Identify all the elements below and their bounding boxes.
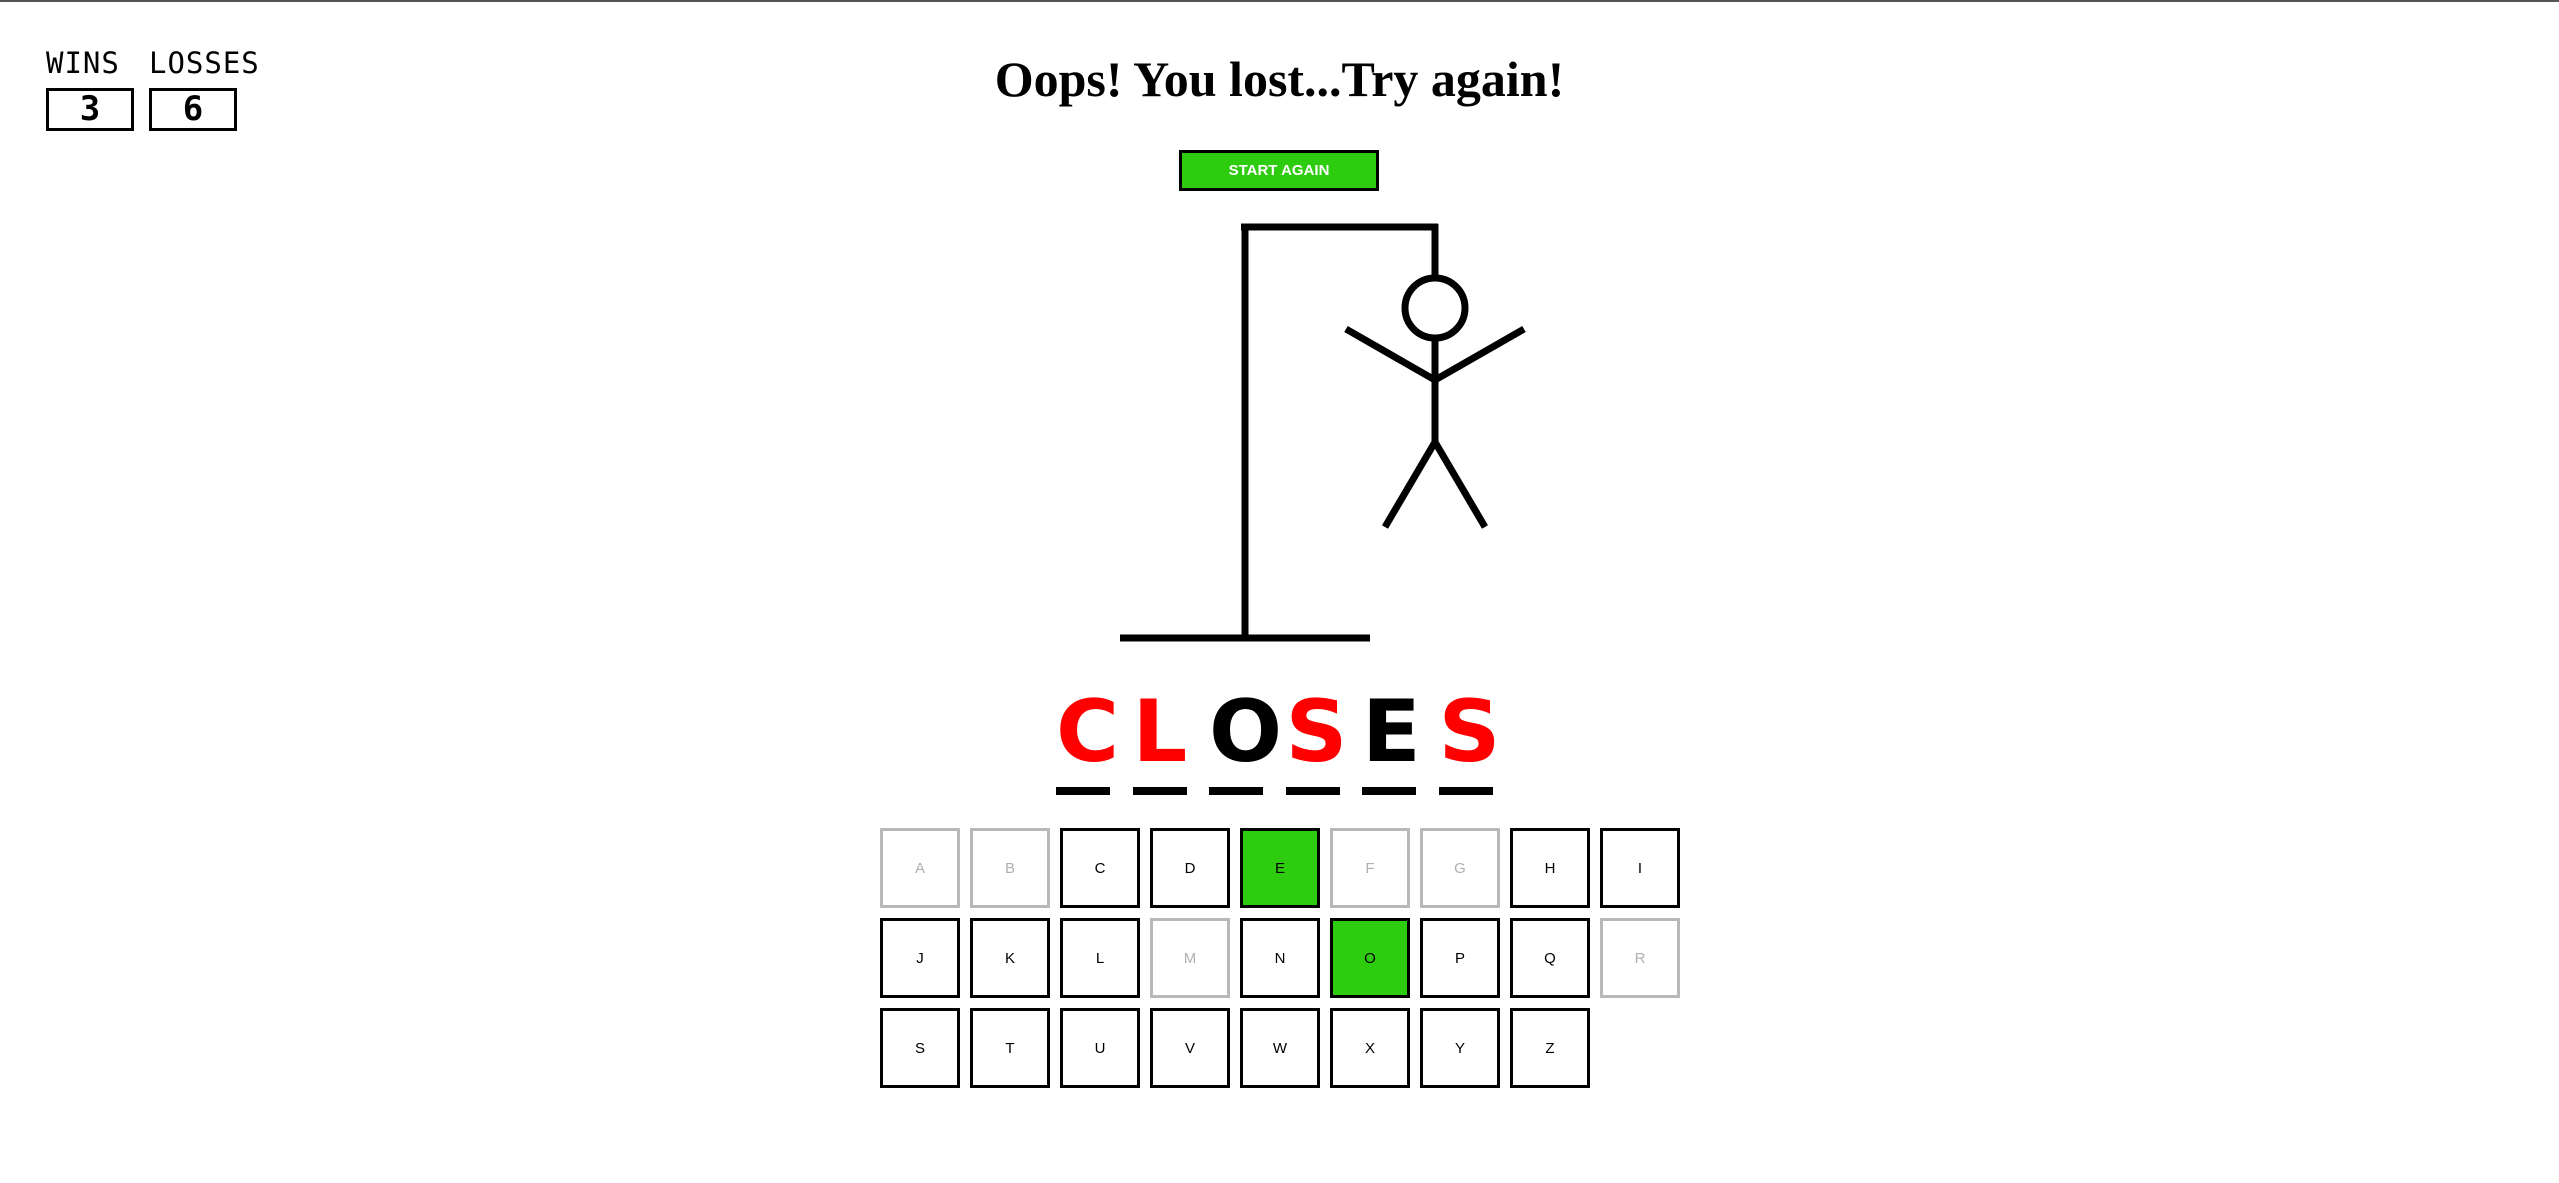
letter-key-c[interactable]: C — [1060, 828, 1140, 908]
word-slot: S — [1285, 682, 1348, 798]
word-letter: C — [1056, 682, 1120, 782]
word-slot: C — [1056, 682, 1120, 798]
word-letter: E — [1362, 682, 1421, 782]
letter-key-x[interactable]: X — [1330, 1008, 1410, 1088]
letter-key-a[interactable]: A — [880, 828, 960, 908]
letter-key-z[interactable]: Z — [1510, 1008, 1590, 1088]
letter-key-y[interactable]: Y — [1420, 1008, 1500, 1088]
letter-key-g[interactable]: G — [1420, 828, 1500, 908]
word-slot: E — [1362, 682, 1421, 798]
letter-key-s[interactable]: S — [880, 1008, 960, 1088]
letter-key-k[interactable]: K — [970, 918, 1050, 998]
hangman-head — [1401, 274, 1469, 342]
word-letter: S — [1285, 682, 1348, 782]
word-letter: S — [1438, 682, 1501, 782]
letter-key-h[interactable]: H — [1510, 828, 1590, 908]
letter-key-w[interactable]: W — [1240, 1008, 1320, 1088]
letter-underline — [1285, 787, 1340, 795]
word-letter: L — [1132, 682, 1188, 782]
word-letter: O — [1209, 682, 1283, 782]
letter-key-f[interactable]: F — [1330, 828, 1410, 908]
letter-key-l[interactable]: L — [1060, 918, 1140, 998]
letter-key-o[interactable]: O — [1330, 918, 1410, 998]
word-slot: S — [1438, 682, 1501, 798]
hangman-left-leg — [1381, 440, 1439, 529]
letter-key-m[interactable]: M — [1150, 918, 1230, 998]
letter-key-r[interactable]: R — [1600, 918, 1680, 998]
letter-underline — [1362, 787, 1416, 795]
letter-key-n[interactable]: N — [1240, 918, 1320, 998]
letter-key-j[interactable]: J — [880, 918, 960, 998]
letter-key-b[interactable]: B — [970, 828, 1050, 908]
letter-underline — [1132, 787, 1187, 795]
letter-underline — [1056, 787, 1110, 795]
letter-key-d[interactable]: D — [1150, 828, 1230, 908]
word-slot: L — [1132, 682, 1188, 798]
letter-key-t[interactable]: T — [970, 1008, 1050, 1088]
letter-key-u[interactable]: U — [1060, 1008, 1140, 1088]
letter-underline — [1209, 787, 1263, 795]
letter-key-v[interactable]: V — [1150, 1008, 1230, 1088]
letter-underline — [1438, 787, 1493, 795]
letter-key-i[interactable]: I — [1600, 828, 1680, 908]
hangman-right-leg — [1431, 440, 1489, 529]
letter-key-p[interactable]: P — [1420, 918, 1500, 998]
word-slot: O — [1209, 682, 1283, 798]
letter-key-q[interactable]: Q — [1510, 918, 1590, 998]
hangman-drawing — [1120, 223, 1526, 642]
letter-key-e[interactable]: E — [1240, 828, 1320, 908]
